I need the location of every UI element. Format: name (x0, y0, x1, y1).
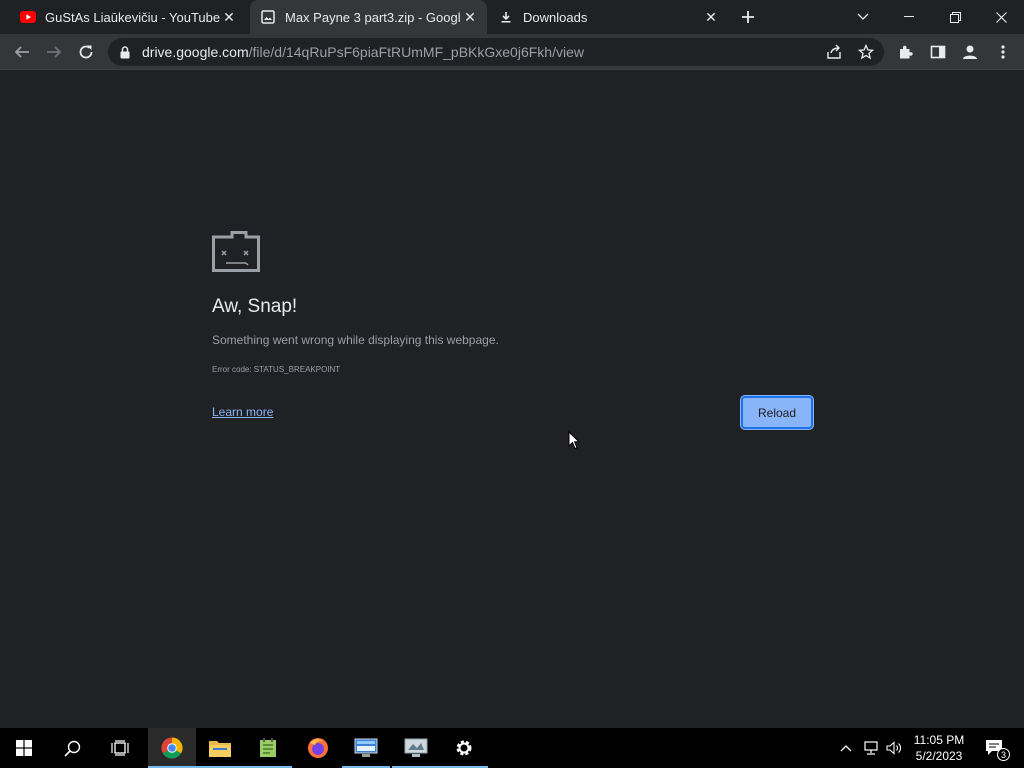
reload-toolbar-button[interactable] (71, 37, 101, 67)
side-panel-button[interactable] (923, 37, 953, 67)
taskbar-remote-desktop[interactable] (342, 728, 390, 768)
mouse-cursor-icon (568, 430, 581, 455)
clock-time: 11:05 PM (913, 733, 965, 747)
tab-strip: GuStAs Liaūkevičiu - YouTube ✕ Max Payne… (0, 0, 1024, 34)
arrow-left-icon (14, 46, 29, 58)
monitor-app-icon (404, 738, 428, 757)
close-icon[interactable]: ✕ (461, 8, 479, 26)
remote-desktop-icon (354, 738, 378, 757)
plus-icon (742, 11, 754, 23)
url-path: /file/d/14qRuPsF6piaFtRUmMF_pBKkGxe0j6Fk… (248, 44, 584, 60)
error-title: Aw, Snap! (212, 296, 298, 317)
task-view-icon (111, 740, 129, 756)
minimize-button[interactable] (886, 0, 932, 34)
tab-search-button[interactable] (840, 0, 886, 34)
side-panel-icon (930, 45, 946, 59)
notification-badge: 3 (997, 748, 1010, 761)
lock-icon[interactable] (120, 45, 132, 59)
show-hidden-icons-button[interactable] (836, 728, 856, 768)
windows-taskbar: 11:05 PM 5/2/2023 3 (0, 728, 1024, 768)
clock-date: 5/2/2023 (915, 749, 963, 763)
download-icon (498, 9, 514, 25)
taskbar-firefox[interactable] (294, 728, 342, 768)
tab-downloads[interactable]: Downloads ✕ (490, 0, 728, 34)
tab-title: Max Payne 3 part3.zip - Google Drive (285, 9, 461, 25)
system-clock[interactable]: 11:05 PM 5/2/2023 (906, 732, 972, 764)
tab-title: GuStAs Liaūkevičiu - YouTube (45, 9, 220, 25)
url-text[interactable]: drive.google.com/file/d/14qRuPsF6piaFtRU… (142, 44, 584, 60)
forward-button[interactable] (39, 37, 69, 67)
start-button[interactable] (0, 728, 48, 768)
reload-icon (79, 45, 93, 59)
minimize-icon (904, 16, 914, 17)
avatar-icon (963, 45, 977, 59)
taskbar-notepad[interactable] (244, 728, 292, 768)
close-icon[interactable]: ✕ (702, 8, 720, 26)
taskbar-settings[interactable] (440, 728, 488, 768)
url-host: drive.google.com (142, 44, 249, 60)
star-icon (858, 44, 874, 60)
arrow-right-icon (47, 46, 62, 58)
extensions-button[interactable] (891, 37, 921, 67)
settings-icon (456, 740, 472, 756)
error-code: Error code: STATUS_BREAKPOINT (212, 365, 341, 374)
speaker-icon (886, 741, 901, 755)
notepad-icon (260, 738, 276, 757)
error-message: Something went wrong while displaying th… (212, 333, 499, 347)
youtube-icon (20, 9, 36, 25)
back-button[interactable] (7, 37, 37, 67)
restore-button[interactable] (932, 0, 978, 34)
action-center-button[interactable]: 3 (978, 728, 1012, 768)
search-icon (63, 740, 80, 757)
task-view-button[interactable] (96, 728, 144, 768)
volume-button[interactable] (884, 728, 904, 768)
learn-more-link[interactable]: Learn more (212, 405, 273, 419)
taskbar-file-explorer[interactable] (196, 728, 244, 768)
share-button[interactable] (820, 38, 848, 66)
error-page: Aw, Snap! Something went wrong while dis… (0, 71, 1024, 728)
kebab-menu-icon (1001, 45, 1005, 59)
close-window-button[interactable] (978, 0, 1024, 34)
chrome-icon (161, 737, 183, 759)
menu-button[interactable] (988, 37, 1018, 67)
search-button[interactable] (48, 728, 96, 768)
chevron-down-icon (857, 13, 869, 20)
chevron-up-icon (840, 745, 852, 752)
share-icon (827, 44, 841, 59)
firefox-icon (308, 738, 328, 758)
taskbar-chrome[interactable] (148, 728, 196, 768)
bookmark-button[interactable] (852, 38, 880, 66)
file-explorer-icon (209, 741, 231, 757)
taskbar-monitor-app[interactable] (392, 728, 440, 768)
tab-google-drive[interactable]: Max Payne 3 part3.zip - Google Drive ✕ (250, 0, 487, 34)
tab-title: Downloads (523, 9, 588, 25)
close-icon[interactable]: ✕ (220, 8, 238, 26)
address-bar[interactable]: drive.google.com/file/d/14qRuPsF6piaFtRU… (108, 38, 884, 66)
network-icon (864, 741, 878, 755)
network-button[interactable] (860, 728, 882, 768)
drive-file-icon (260, 9, 276, 25)
tab-youtube[interactable]: GuStAs Liaūkevičiu - YouTube ✕ (0, 0, 246, 34)
reload-button[interactable]: Reload (741, 396, 813, 429)
sad-tab-icon (212, 231, 260, 277)
new-tab-button[interactable] (737, 6, 759, 28)
restore-icon (949, 11, 961, 23)
puzzle-icon (900, 45, 913, 59)
close-icon (995, 11, 1007, 23)
profile-button[interactable] (955, 37, 985, 67)
start-icon (16, 740, 32, 756)
